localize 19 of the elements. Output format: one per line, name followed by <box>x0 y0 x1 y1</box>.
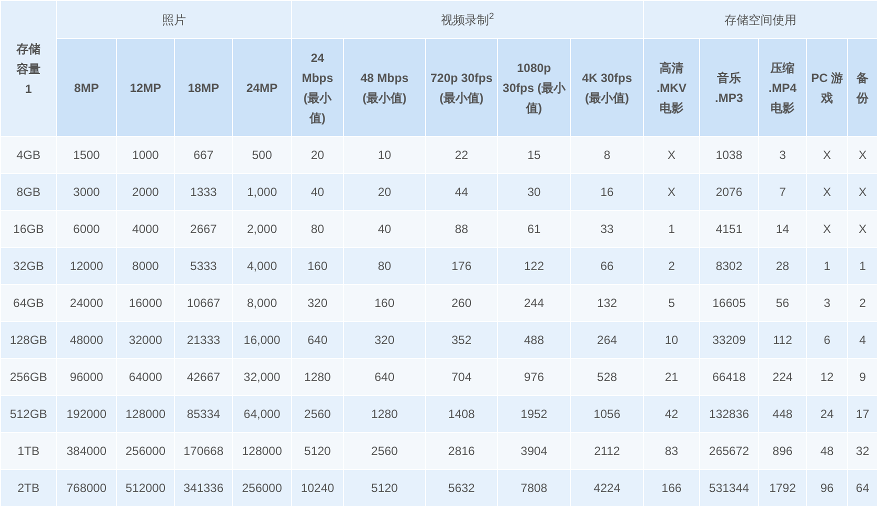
column-group-header: 照片 <box>56 0 292 38</box>
column-header: 存储容量1 <box>0 0 56 136</box>
column-header: 压缩 .MP4 电影 <box>758 38 807 136</box>
column-header: 高清 .MKV 电影 <box>644 38 700 136</box>
column-group-header: 存储空间使用 <box>644 0 877 38</box>
column-header: PC 游戏 <box>806 38 848 136</box>
column-header: 48 Mbps (最小值) <box>344 38 426 136</box>
column-group-header: 视频录制$^{2}$ <box>292 0 644 38</box>
column-header: 音乐 .MP3 <box>700 38 759 136</box>
column-header: 18MP <box>174 38 232 136</box>
column-header: 720p 30fps (最小值) <box>426 38 498 136</box>
column-header: 12MP <box>116 38 174 136</box>
column-header: 备份 <box>848 38 877 136</box>
column-header: 24 Mbps (最小值) <box>292 38 344 136</box>
table-cell: 2TB <box>0 470 56 506</box>
column-header: 8MP <box>56 38 116 136</box>
column-header: 4K 30fps (最小值) <box>570 38 644 136</box>
column-header: 1080p 30fps (最小值) <box>498 38 570 136</box>
column-header: 24MP <box>232 38 292 136</box>
